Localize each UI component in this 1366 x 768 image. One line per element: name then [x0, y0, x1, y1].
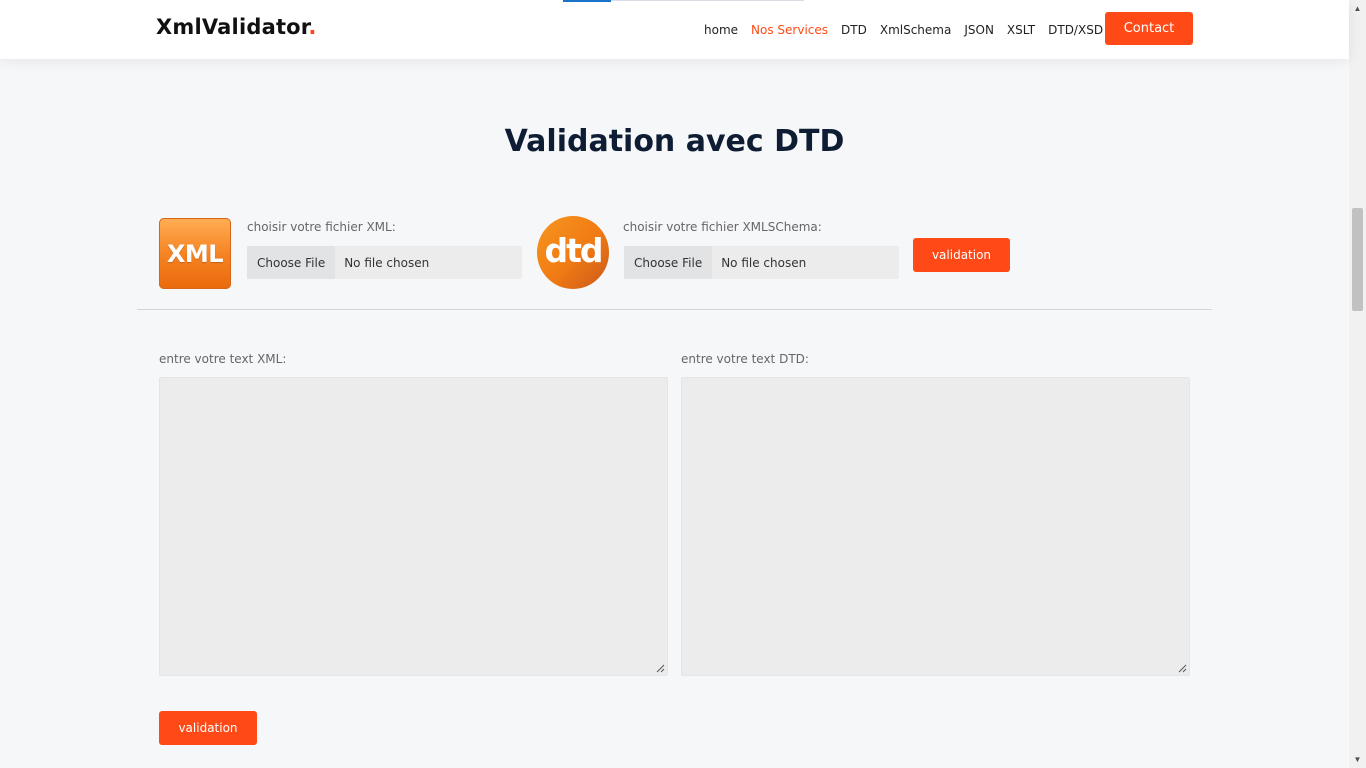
xml-choose-file-button[interactable]: Choose File: [247, 246, 336, 279]
schema-file-status: No file chosen: [721, 255, 807, 270]
site-header: XmlValidator. home Nos Services DTD XmlS…: [0, 0, 1349, 59]
nav-link-xmlschema[interactable]: XmlSchema: [880, 23, 952, 37]
nav-link-nos-services[interactable]: Nos Services: [751, 23, 828, 37]
xml-text-label: entre votre text XML:: [159, 352, 287, 366]
xml-file-label: choisir votre fichier XML:: [247, 220, 396, 234]
dtd-logo-text: dtd: [544, 231, 603, 270]
dtd-logo-icon: dtd: [537, 216, 609, 289]
scrollbar-thumb[interactable]: [1352, 208, 1363, 311]
page-title: Validation avec DTD: [504, 124, 845, 159]
resize-grip-icon[interactable]: [1178, 664, 1187, 673]
scroll-down-arrow-icon[interactable]: ▼: [1349, 751, 1366, 768]
validate-text-button[interactable]: validation: [159, 711, 257, 745]
site-logo[interactable]: XmlValidator.: [156, 15, 317, 39]
xml-logo-text: XML: [166, 239, 224, 268]
nav-link-home[interactable]: home: [704, 23, 738, 37]
dtd-text-label: entre votre text DTD:: [681, 352, 809, 366]
validate-files-button[interactable]: validation: [913, 238, 1010, 272]
schema-file-label: choisir votre fichier XMLSChema:: [623, 220, 822, 234]
page-scrollbar[interactable]: ▲ ▼: [1349, 0, 1366, 768]
nav-link-json[interactable]: JSON: [964, 23, 994, 37]
schema-choose-file-button[interactable]: Choose File: [624, 246, 713, 279]
top-progress-fill: [563, 0, 611, 2]
main-nav: home Nos Services DTD XmlSchema JSON XSL…: [704, 21, 1116, 39]
xml-file-input[interactable]: Choose File No file chosen: [247, 246, 522, 279]
contact-button[interactable]: Contact: [1105, 12, 1193, 45]
xml-file-status: No file chosen: [344, 255, 430, 270]
nav-link-xslt[interactable]: XSLT: [1007, 23, 1035, 37]
xml-textarea[interactable]: [159, 377, 668, 676]
logo-text: XmlValidator: [156, 15, 309, 39]
resize-grip-icon[interactable]: [656, 664, 665, 673]
xml-logo-icon: XML: [159, 218, 231, 289]
schema-file-input[interactable]: Choose File No file chosen: [624, 246, 899, 279]
dtd-textarea[interactable]: [681, 377, 1190, 676]
section-divider: [137, 309, 1212, 310]
nav-link-dtd-xsd[interactable]: DTD/XSD: [1048, 23, 1103, 37]
top-progress-strip: [563, 0, 804, 2]
scroll-up-arrow-icon[interactable]: ▲: [1349, 0, 1366, 17]
nav-link-dtd[interactable]: DTD: [841, 23, 867, 37]
logo-dot: .: [308, 15, 317, 39]
